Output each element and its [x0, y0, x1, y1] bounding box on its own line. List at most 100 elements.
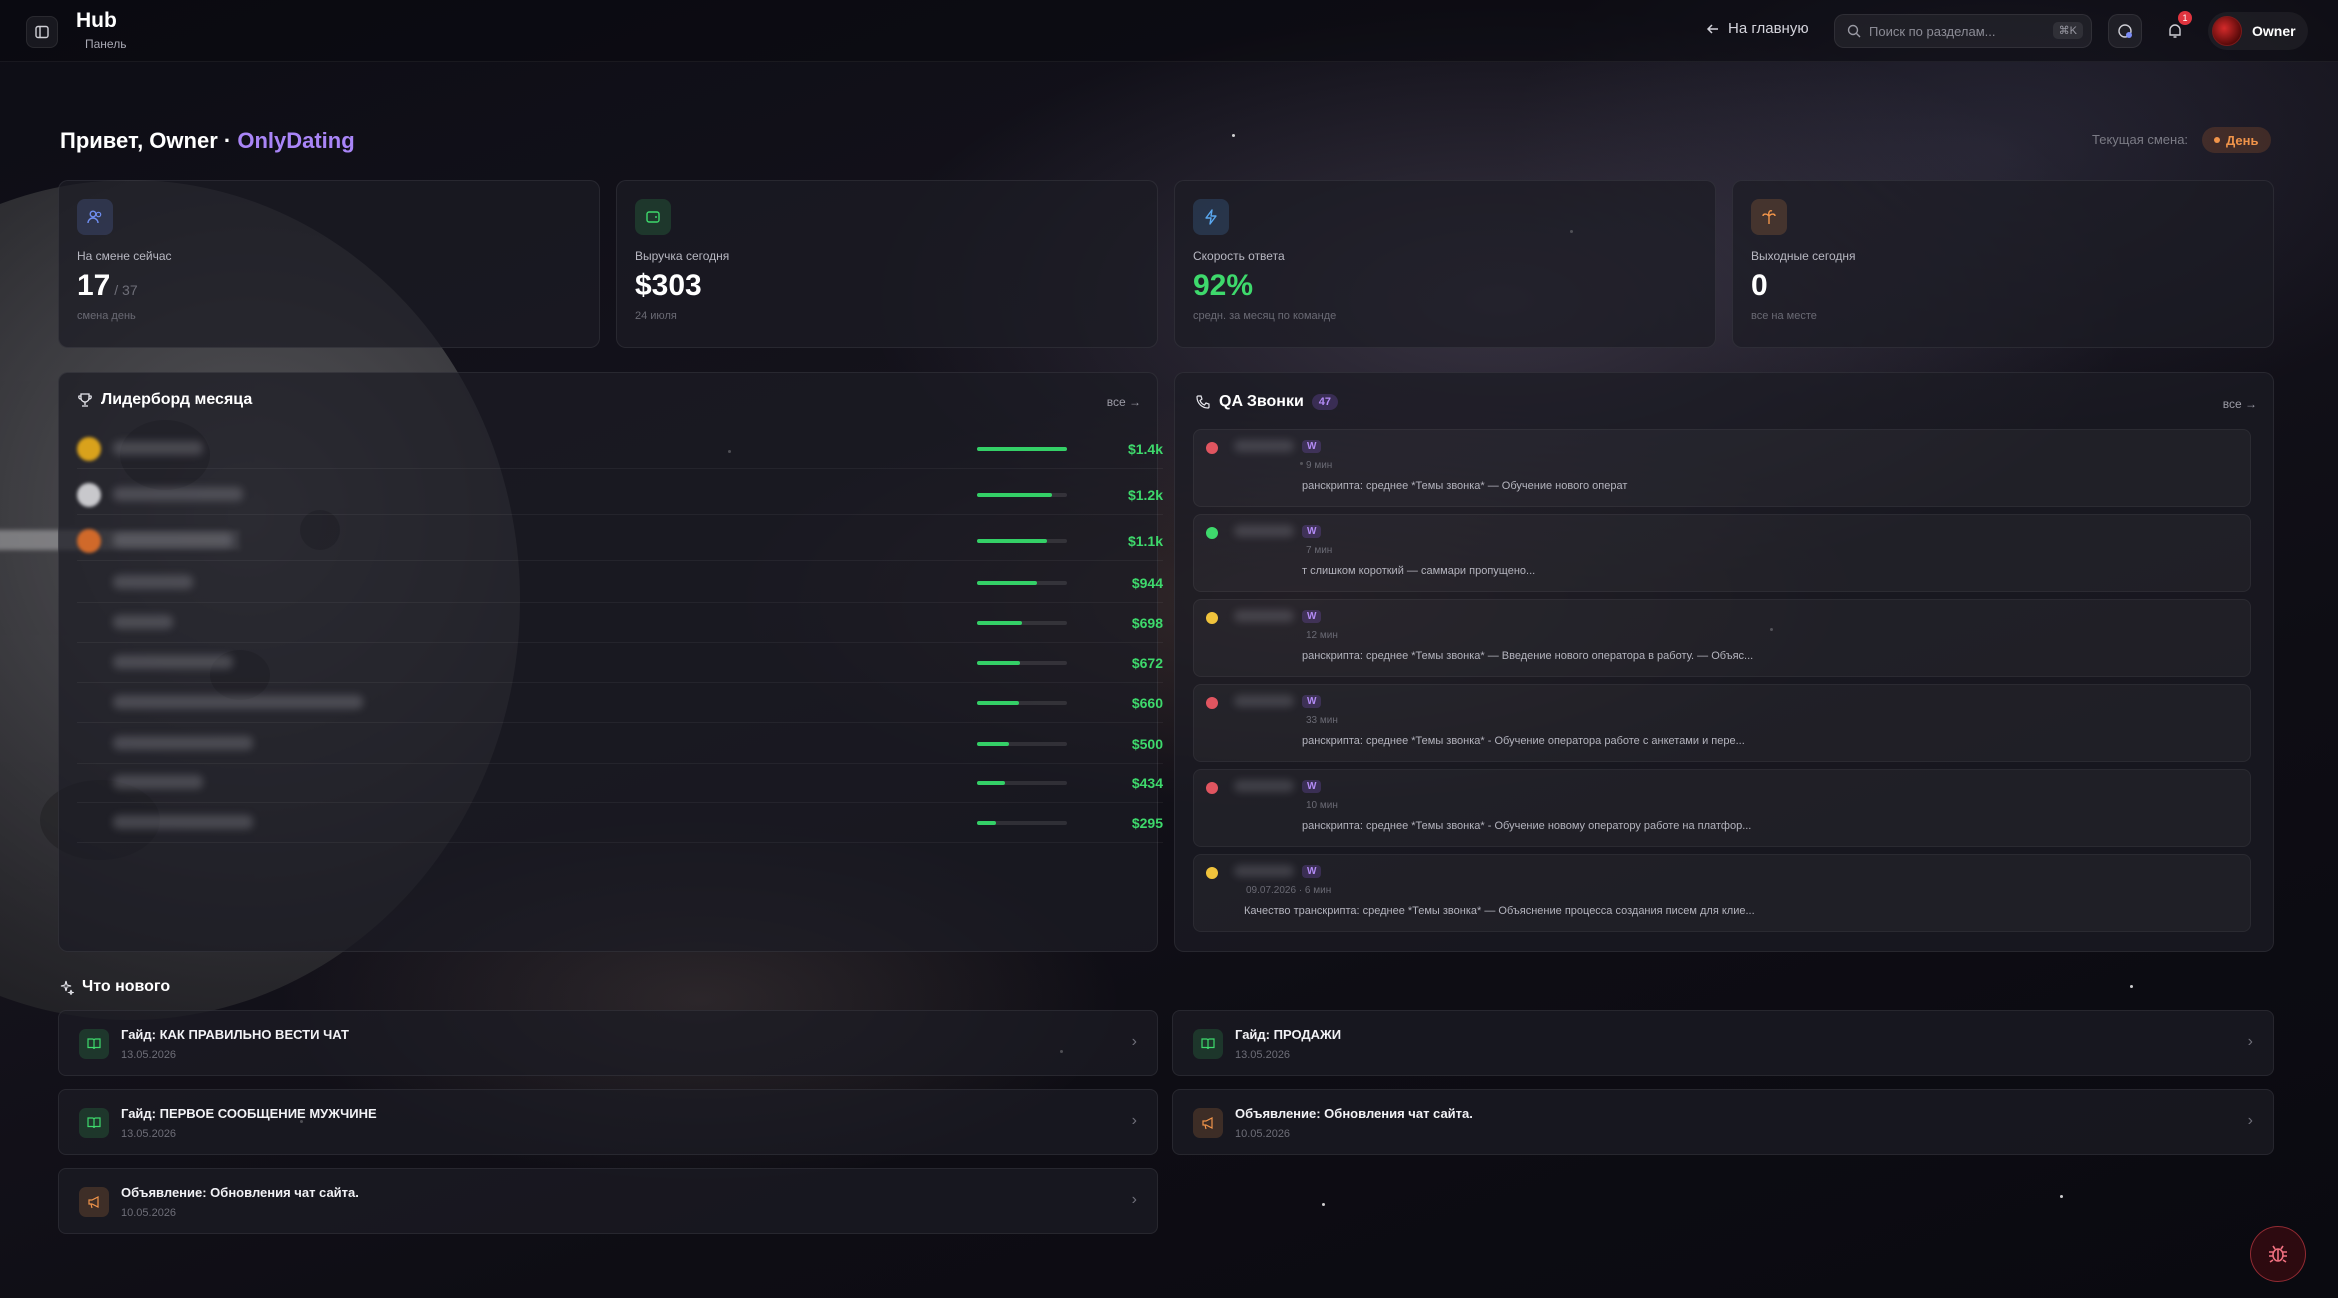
current-shift-label: Текущая смена:: [2092, 132, 2189, 147]
stat-label: Скорость ответа: [1193, 249, 1285, 263]
leaderboard-row: $672: [77, 643, 1163, 683]
qa-see-all-link[interactable]: все →: [2223, 397, 2257, 411]
search-box[interactable]: ⌘K: [1834, 14, 2092, 48]
qa-tag: W: [1302, 865, 1322, 878]
leaderboard-progress-fill: [977, 621, 1022, 625]
leaderboard-row: $660: [77, 683, 1163, 723]
chevron-right-icon: ›: [1131, 1112, 1137, 1129]
qa-call-item[interactable]: W 12 мин ранскрипта: среднее *Темы звонка*…: [1193, 599, 2251, 677]
qa-operator-name-redacted: [1234, 440, 1294, 452]
leaderboard-amount: $434: [1131, 775, 1163, 791]
leaderboard-name-redacted: [113, 615, 173, 629]
qa-call-item[interactable]: W 9 мин ранскрипта: среднее *Темы звонка* …: [1193, 429, 2251, 507]
qa-operator-name-redacted: [1234, 780, 1294, 792]
stat-label: Выручка сегодня: [635, 249, 730, 263]
leaderboard-progress-track: [977, 821, 1067, 825]
brand-name: OnlyDating: [237, 128, 355, 153]
qa-duration: 12 мин: [1306, 630, 1338, 641]
stat-note: смена день: [77, 310, 136, 322]
qa-tag: W: [1302, 525, 1322, 538]
news-item-announcement[interactable]: Объявление: Обновления чат сайта. 10.05.2…: [1172, 1089, 2274, 1155]
chevron-right-icon: ›: [1131, 1191, 1137, 1208]
news-item-guide[interactable]: Гайд: ПЕРВОЕ СООБЩЕНИЕ МУЖЧИНЕ 13.05.2026…: [58, 1089, 1158, 1155]
qa-tag: W: [1302, 695, 1322, 708]
leaderboard-progress-track: [977, 742, 1067, 746]
stat-card-revenue: Выручка сегодня $303 24 июля: [616, 180, 1158, 348]
lightning-icon: [1193, 199, 1229, 235]
qa-call-item[interactable]: W 10 мин ранскрипта: среднее *Темы звонка*…: [1193, 769, 2251, 847]
leaderboard-progress-track: [977, 781, 1067, 785]
leaderboard-panel: Лидерборд месяца все → $1.4k $1.2k $1.1k $9…: [58, 372, 1163, 952]
stat-label: На смене сейчас: [77, 249, 172, 263]
back-to-home-link[interactable]: На главную: [1706, 20, 1809, 37]
news-date: 13.05.2026: [1235, 1049, 1291, 1061]
news-title: Гайд: ПРОДАЖИ: [1235, 1027, 1342, 1042]
leaderboard-see-all-link[interactable]: все →: [1107, 395, 1141, 409]
book-icon: [79, 1108, 109, 1138]
qa-calls-panel: QA Звонки 47 все → W 9 мин ранскрипта: сре…: [1174, 372, 2274, 952]
medal-icon: [77, 483, 101, 507]
qa-call-item[interactable]: W 09.07.2026 · 6 мин Качество транскрипта:…: [1193, 854, 2251, 932]
search-icon: [1847, 24, 1861, 38]
notifications-button[interactable]: 1: [2158, 11, 2192, 48]
news-date: 10.05.2026: [121, 1207, 177, 1219]
user-menu[interactable]: Owner: [2208, 12, 2308, 50]
qa-duration: 7 мин: [1306, 545, 1333, 556]
shift-badge: День: [2202, 127, 2271, 153]
news-title: Объявление: Обновления чат сайта.: [1235, 1106, 1473, 1121]
leaderboard-name-redacted: [113, 487, 243, 501]
app-subtitle: Панель: [85, 37, 127, 51]
qa-calls-title: QA Звонки 47: [1195, 393, 1339, 411]
qa-call-item[interactable]: W 33 мин ранскрипта: среднее *Темы звонка*…: [1193, 684, 2251, 762]
news-item-announcement[interactable]: Объявление: Обновления чат сайта. 10.05.2…: [58, 1168, 1158, 1234]
stat-value: 0: [1751, 269, 1768, 302]
qa-summary: Качество транскрипта: среднее *Темы звон…: [1244, 905, 1755, 917]
leaderboard-progress-fill: [977, 701, 1020, 705]
qa-count-badge: 47: [1311, 394, 1339, 410]
qa-tag: W: [1302, 440, 1322, 453]
bug-report-button[interactable]: [2250, 1226, 2306, 1282]
qa-tag: W: [1302, 610, 1322, 623]
app-title: Hub: [76, 9, 117, 32]
medal-icon: [77, 437, 101, 461]
qa-summary: ранскрипта: среднее *Темы звонка* — Введ…: [1302, 650, 1754, 662]
shift-value: День: [2226, 132, 2259, 148]
status-dot: [1206, 697, 1218, 709]
stat-label: Выходные сегодня: [1751, 249, 1856, 263]
qa-duration: 33 мин: [1306, 715, 1338, 726]
search-input[interactable]: [1869, 23, 2039, 39]
assistant-button[interactable]: [2108, 14, 2142, 48]
sidebar-icon: [35, 25, 49, 39]
stat-card-response-speed: Скорость ответа 92% средн. за месяц по к…: [1174, 180, 1716, 348]
news-date: 13.05.2026: [121, 1049, 177, 1061]
bug-icon: [2269, 1245, 2287, 1263]
leaderboard-name-redacted: [113, 655, 233, 669]
leaderboard-row: $1.4k: [77, 429, 1163, 469]
leaderboard-progress-track: [977, 701, 1067, 705]
greeting-text: Привет, Owner ·: [60, 128, 232, 153]
leaderboard-amount: $1.2k: [1127, 487, 1163, 503]
leaderboard-progress-fill: [977, 539, 1048, 543]
stat-card-on-shift: На смене сейчас 17 / 37 смена день: [58, 180, 600, 348]
leaderboard-progress-track: [977, 539, 1067, 543]
leaderboard-row: $295: [77, 803, 1163, 843]
leaderboard-progress-track: [977, 621, 1067, 625]
stat-note: средн. за месяц по команде: [1193, 310, 1337, 322]
leaderboard-name-redacted: [113, 575, 193, 589]
users-icon: [77, 199, 113, 235]
book-icon: [79, 1029, 109, 1059]
status-dot: [1206, 527, 1218, 539]
news-date: 10.05.2026: [1235, 1128, 1291, 1140]
notification-badge: 1: [2178, 11, 2192, 25]
qa-call-item[interactable]: W 7 мин т слишком короткий — саммари пропу…: [1193, 514, 2251, 592]
qa-operator-name-redacted: [1234, 525, 1294, 537]
user-name: Owner: [2252, 23, 2296, 39]
sidebar-toggle-button[interactable]: [26, 16, 58, 48]
news-item-guide[interactable]: Гайд: ПРОДАЖИ 13.05.2026 ›: [1172, 1010, 2274, 1076]
news-item-guide[interactable]: Гайд: КАК ПРАВИЛЬНО ВЕСТИ ЧАТ 13.05.2026 ›: [58, 1010, 1158, 1076]
avatar: [2212, 16, 2242, 46]
leaderboard-progress-fill: [977, 447, 1067, 451]
medal-icon: [77, 529, 101, 553]
leaderboard-progress-fill: [977, 742, 1010, 746]
leaderboard-progress-track: [977, 661, 1067, 665]
